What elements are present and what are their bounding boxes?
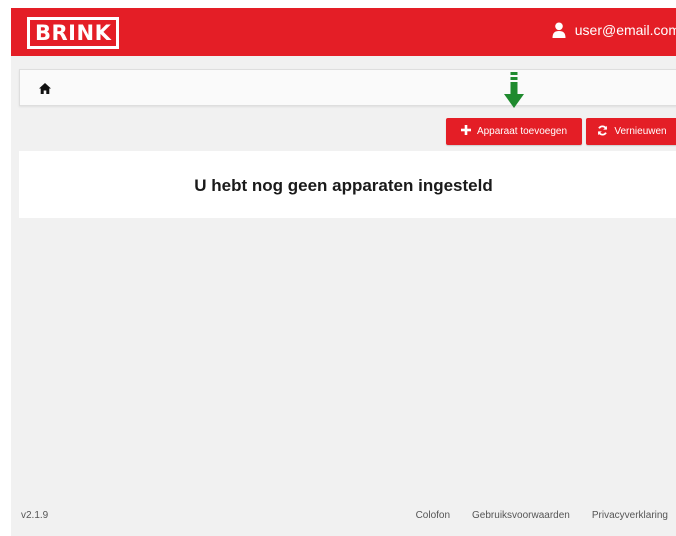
breadcrumb xyxy=(19,69,676,106)
add-device-button[interactable]: Apparaat toevoegen xyxy=(446,118,582,145)
refresh-icon xyxy=(597,124,608,139)
user-icon xyxy=(552,22,566,38)
arrow-down-icon xyxy=(504,72,524,115)
refresh-button[interactable]: Vernieuwen xyxy=(586,118,676,145)
footer-links: Colofon Gebruiksvoorwaarden Privacyverkl… xyxy=(416,510,668,521)
user-menu[interactable]: user@email.com xyxy=(552,22,676,38)
plus-icon xyxy=(460,125,471,138)
add-device-label: Apparaat toevoegen xyxy=(476,126,568,137)
user-email: user@email.com xyxy=(574,22,676,38)
footer-link-privacy[interactable]: Privacyverklaring xyxy=(592,510,668,521)
footer-link-terms[interactable]: Gebruiksvoorwaarden xyxy=(472,510,570,521)
empty-state-message: U hebt nog geen apparaten ingesteld xyxy=(194,176,493,195)
action-toolbar: Apparaat toevoegen Vernieuwen xyxy=(446,118,676,145)
app-frame: BRINK user@email.com Apparaat toevoegen … xyxy=(11,8,676,536)
footer: v2.1.9 Colofon Gebruiksvoorwaarden Priva… xyxy=(11,496,676,536)
home-icon[interactable] xyxy=(39,81,51,99)
footer-link-colofon[interactable]: Colofon xyxy=(416,510,450,521)
top-bar: BRINK user@email.com xyxy=(11,8,676,56)
brink-logo[interactable]: BRINK xyxy=(27,17,120,49)
refresh-label: Vernieuwen xyxy=(614,126,667,137)
version-label: v2.1.9 xyxy=(21,510,49,521)
